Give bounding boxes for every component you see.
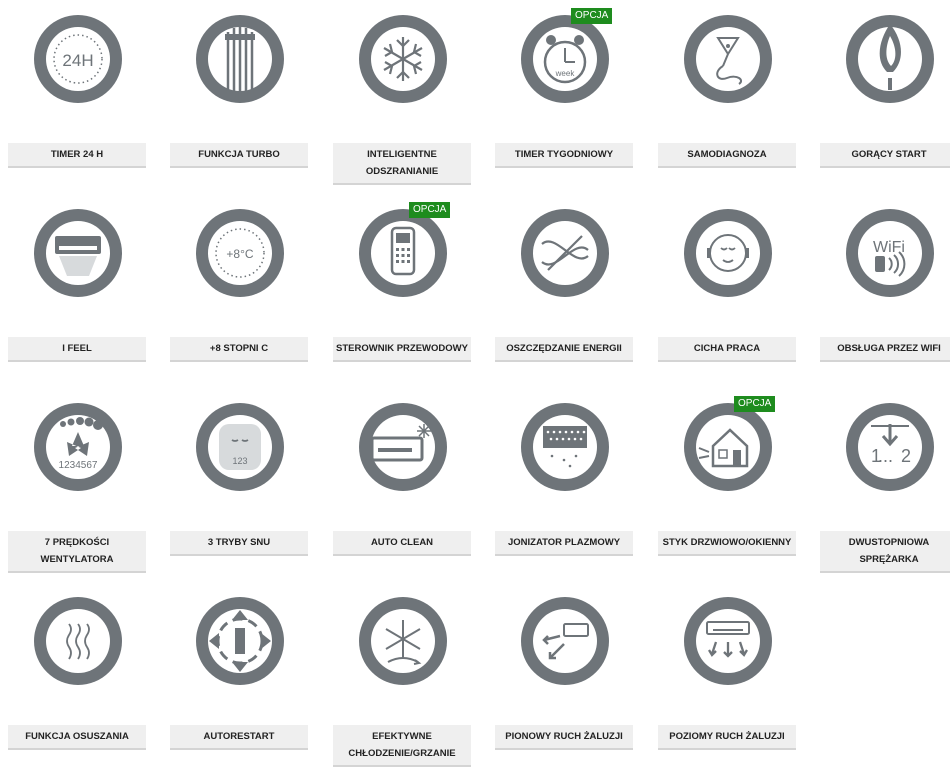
sleep-modes-icon: 123 xyxy=(195,402,285,492)
feature-item: CICHA PRACA xyxy=(650,194,800,388)
optional-badge: OPCJA xyxy=(734,396,776,412)
feature-item: 1234567 7 PRĘDKOŚCI WENTYLATORA xyxy=(0,388,150,582)
feature-label: POZIOMY RUCH ŻALUZJI xyxy=(658,725,796,750)
feature-item: 24H TIMER 24 H xyxy=(0,0,150,194)
plus-8-degrees-icon: +8°C xyxy=(195,208,285,298)
feature-label: OSZCZĘDZANIE ENERGII xyxy=(495,337,633,362)
cooling-heating-icon xyxy=(358,596,448,686)
feature-item: SAMODIAGNOZA xyxy=(650,0,800,194)
auto-clean-icon xyxy=(358,402,448,492)
feature-label: SAMODIAGNOZA xyxy=(658,143,796,168)
plasma-ionizer-icon xyxy=(520,402,610,492)
timer-24h-icon: 24H xyxy=(33,14,123,104)
feature-item: AUTO CLEAN xyxy=(325,388,475,582)
fan-speeds-icon: 1234567 xyxy=(33,402,123,492)
svg-text:...: ... xyxy=(878,446,893,466)
svg-text:123: 123 xyxy=(232,456,247,466)
feature-label: TIMER TYGODNIOWY xyxy=(495,143,633,168)
self-diagnosis-icon xyxy=(683,14,773,104)
feature-item: I FEEL xyxy=(0,194,150,388)
turbo-icon xyxy=(195,14,285,104)
feature-label: STYK DRZWIOWO/OKIENNY xyxy=(658,531,796,556)
feature-item: GORĄCY START xyxy=(812,0,950,194)
feature-item: OSZCZĘDZANIE ENERGII xyxy=(487,194,637,388)
feature-item: JONIZATOR PLAZMOWY xyxy=(487,388,637,582)
horizontal-louver-icon xyxy=(683,596,773,686)
feature-label: 3 TRYBY SNU xyxy=(170,531,308,556)
feature-label: JONIZATOR PLAZMOWY xyxy=(495,531,633,556)
feature-item: POZIOMY RUCH ŻALUZJI xyxy=(650,582,800,776)
feature-label: AUTO CLEAN xyxy=(333,531,471,556)
feature-item: OPCJA STEROWNIK PRZEWODOWY xyxy=(325,194,475,388)
optional-badge: OPCJA xyxy=(571,8,613,24)
i-feel-icon xyxy=(33,208,123,298)
svg-text:2: 2 xyxy=(901,446,911,466)
feature-label: AUTORESTART xyxy=(170,725,308,750)
feature-label: INTELIGENTNE ODSZRANIANIE xyxy=(333,143,471,185)
feature-item: FUNKCJA TURBO xyxy=(162,0,312,194)
feature-label: CICHA PRACA xyxy=(658,337,796,362)
feature-item: FUNKCJA OSUSZANIA xyxy=(0,582,150,776)
feature-label: FUNKCJA TURBO xyxy=(170,143,308,168)
snowflake-defrost-icon xyxy=(358,14,448,104)
weekly-timer-icon: week xyxy=(520,14,610,104)
energy-saving-icon xyxy=(520,208,610,298)
feature-label: FUNKCJA OSUSZANIA xyxy=(8,725,146,750)
feature-label: STEROWNIK PRZEWODOWY xyxy=(333,337,471,362)
feature-item: +8°C +8 STOPNI C xyxy=(162,194,312,388)
wifi-icon: WiFi xyxy=(845,208,935,298)
svg-text:week: week xyxy=(555,69,576,78)
svg-text:+8°C: +8°C xyxy=(226,247,253,261)
door-window-contact-icon xyxy=(683,402,773,492)
drying-icon xyxy=(33,596,123,686)
feature-item: INTELIGENTNE ODSZRANIANIE xyxy=(325,0,475,194)
feature-item: PIONOWY RUCH ŻALUZJI xyxy=(487,582,637,776)
feature-item: week OPCJA TIMER TYGODNIOWY xyxy=(487,0,637,194)
feature-item: 123 3 TRYBY SNU xyxy=(162,388,312,582)
feature-label: I FEEL xyxy=(8,337,146,362)
svg-text:24H: 24H xyxy=(62,51,93,70)
wired-controller-icon xyxy=(358,208,448,298)
feature-item: WiFi OBSŁUGA PRZEZ WIFI xyxy=(812,194,950,388)
feature-item: AUTORESTART xyxy=(162,582,312,776)
optional-badge: OPCJA xyxy=(409,202,451,218)
feature-label: EFEKTYWNE CHŁODZENIE/GRZANIE xyxy=(333,725,471,767)
feature-item: 1 ... 2 DWUSTOPNIOWA SPRĘŻARKA xyxy=(812,388,950,582)
feature-label: DWUSTOPNIOWA SPRĘŻARKA xyxy=(820,531,950,573)
feature-item: EFEKTYWNE CHŁODZENIE/GRZANIE xyxy=(325,582,475,776)
feature-label: GORĄCY START xyxy=(820,143,950,168)
features-grid: 24H TIMER 24 H FUNKCJA TURBO INTELIGENTN… xyxy=(0,0,950,767)
svg-text:1234567: 1234567 xyxy=(59,460,98,471)
feature-label: +8 STOPNI C xyxy=(170,337,308,362)
vertical-louver-icon xyxy=(520,596,610,686)
feature-label: 7 PRĘDKOŚCI WENTYLATORA xyxy=(8,531,146,573)
feature-label: PIONOWY RUCH ŻALUZJI xyxy=(495,725,633,750)
two-stage-compressor-icon: 1 ... 2 xyxy=(845,402,935,492)
feature-label: OBSŁUGA PRZEZ WIFI xyxy=(820,337,950,362)
autorestart-icon xyxy=(195,596,285,686)
feature-label: TIMER 24 H xyxy=(8,143,146,168)
quiet-operation-icon xyxy=(683,208,773,298)
feature-item: OPCJA STYK DRZWIOWO/OKIENNY xyxy=(650,388,800,582)
hot-start-icon xyxy=(845,14,935,104)
